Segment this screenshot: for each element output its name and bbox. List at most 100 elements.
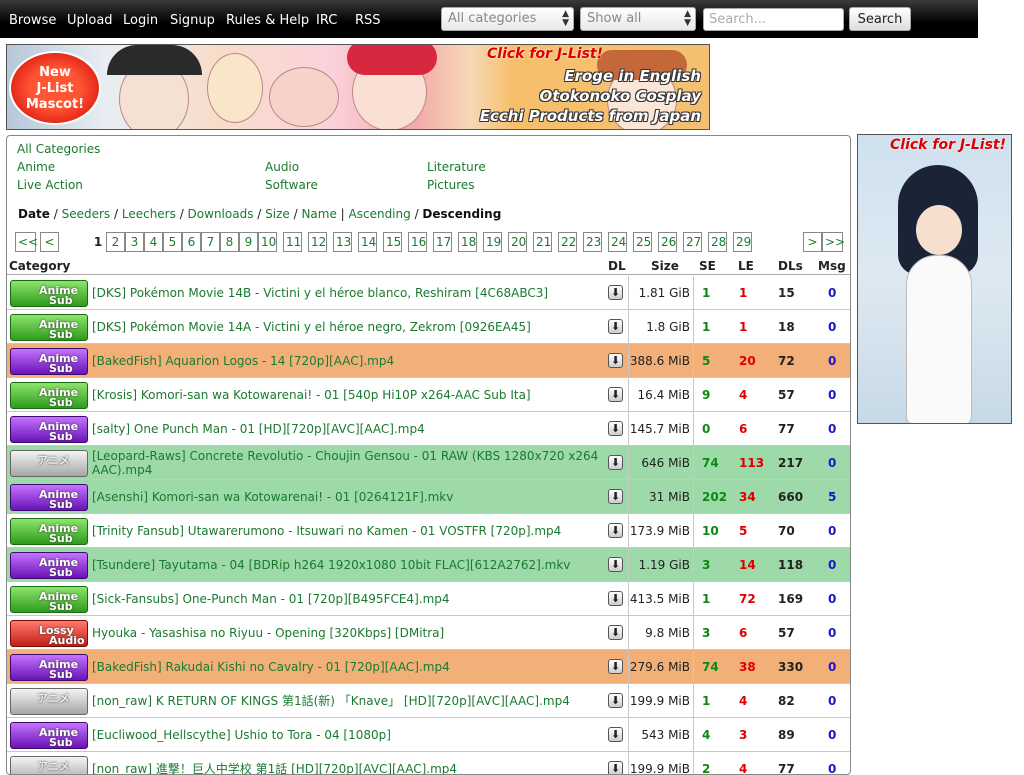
torrent-name-link[interactable]: [non_raw] K RETURN OF KINGS 第1話(新) 「Knav… xyxy=(92,684,607,718)
category-badge-icon[interactable]: Anime Sub xyxy=(10,586,88,613)
torrent-name-link[interactable]: [DKS] Pokémon Movie 14B - Victini y el h… xyxy=(92,276,607,310)
nav-irc[interactable]: IRC xyxy=(316,13,337,28)
jlist-side-ad[interactable]: Click for J-List! xyxy=(857,134,1012,424)
page-link[interactable]: 16 xyxy=(408,232,427,252)
category-pictures[interactable]: Pictures xyxy=(427,178,475,192)
category-select[interactable]: All categories ▲ ▼ xyxy=(441,7,574,31)
download-icon[interactable]: ⬇ xyxy=(608,353,623,368)
col-dls[interactable]: DLs xyxy=(778,259,803,273)
comments-count[interactable]: 0 xyxy=(828,344,836,378)
category-badge-icon[interactable]: Anime Sub xyxy=(10,416,88,443)
download-icon[interactable]: ⬇ xyxy=(608,421,623,436)
torrent-name-link[interactable]: [Leopard-Raws] Concrete Revolutio - Chou… xyxy=(92,446,607,480)
jlist-banner-ad[interactable]: New J-List Mascot! Click for J-List! Ero… xyxy=(6,44,710,130)
col-size[interactable]: Size xyxy=(651,259,679,273)
page-link[interactable]: 10 xyxy=(258,232,277,252)
category-badge-icon[interactable]: Anime Sub xyxy=(10,484,88,511)
page-link[interactable]: 13 xyxy=(333,232,352,252)
comments-count[interactable]: 0 xyxy=(828,276,836,310)
sort-size[interactable]: Size xyxy=(265,207,290,221)
torrent-name-link[interactable]: [Tsundere] Tayutama - 04 [BDRip h264 192… xyxy=(92,548,607,582)
page-link[interactable]: 14 xyxy=(358,232,377,252)
page-link[interactable]: 15 xyxy=(383,232,402,252)
page-link[interactable]: 17 xyxy=(433,232,452,252)
sort-downloads[interactable]: Downloads xyxy=(188,207,254,221)
torrent-name-link[interactable]: [DKS] Pokémon Movie 14A - Victini y el h… xyxy=(92,310,607,344)
nav-login[interactable]: Login xyxy=(123,13,158,28)
category-badge-icon[interactable]: Anime Sub xyxy=(10,314,88,341)
torrent-name-link[interactable]: [BakedFish] Aquarion Logos - 14 [720p][A… xyxy=(92,344,607,378)
download-icon[interactable]: ⬇ xyxy=(608,625,623,640)
torrent-name-link[interactable]: [Eucliwood_Hellscythe] Ushio to Tora - 0… xyxy=(92,718,607,752)
category-literature[interactable]: Literature xyxy=(427,160,486,174)
page-link[interactable]: 20 xyxy=(508,232,527,252)
page-link[interactable]: 7 xyxy=(201,232,220,252)
prev-page-button[interactable]: < xyxy=(40,232,59,252)
nav-rules-help[interactable]: Rules & Help xyxy=(226,13,309,28)
search-input[interactable] xyxy=(703,8,844,31)
download-icon[interactable]: ⬇ xyxy=(608,693,623,708)
sort-descending[interactable]: Descending xyxy=(422,207,501,221)
download-icon[interactable]: ⬇ xyxy=(608,591,623,606)
col-le[interactable]: LE xyxy=(738,259,754,273)
comments-count[interactable]: 0 xyxy=(828,548,836,582)
sort-leechers[interactable]: Leechers xyxy=(122,207,176,221)
torrent-name-link[interactable]: Hyouka - Yasashisa no Riyuu - Opening [3… xyxy=(92,616,607,650)
download-icon[interactable]: ⬇ xyxy=(608,285,623,300)
category-badge-icon[interactable]: Anime Sub xyxy=(10,722,88,749)
download-icon[interactable]: ⬇ xyxy=(608,455,623,470)
download-icon[interactable]: ⬇ xyxy=(608,727,623,742)
page-link[interactable]: 4 xyxy=(144,232,163,252)
page-link[interactable]: 21 xyxy=(533,232,552,252)
comments-count[interactable]: 0 xyxy=(828,752,836,774)
torrent-name-link[interactable]: [non_raw] 進撃！巨人中学校 第1話 [HD][720p][AVC][A… xyxy=(92,752,607,774)
next-page-button[interactable]: > xyxy=(803,232,822,252)
torrent-name-link[interactable]: [BakedFish] Rakudai Kishi no Cavalry - 0… xyxy=(92,650,607,684)
category-badge-icon[interactable]: Anime Sub xyxy=(10,280,88,307)
sort-seeders[interactable]: Seeders xyxy=(62,207,111,221)
nav-rss[interactable]: RSS xyxy=(355,13,381,28)
category-badge-icon[interactable]: アニメ xyxy=(10,688,88,715)
category-badge-icon[interactable]: アニメ xyxy=(10,450,88,477)
page-link[interactable]: 28 xyxy=(708,232,727,252)
search-button[interactable]: Search xyxy=(849,7,911,31)
category-badge-icon[interactable]: アニメ xyxy=(10,756,88,774)
download-icon[interactable]: ⬇ xyxy=(608,761,623,774)
page-link[interactable]: 24 xyxy=(608,232,627,252)
torrent-name-link[interactable]: [Sick-Fansubs] One-Punch Man - 01 [720p]… xyxy=(92,582,607,616)
category-badge-icon[interactable]: Anime Sub xyxy=(10,348,88,375)
download-icon[interactable]: ⬇ xyxy=(608,659,623,674)
category-badge-icon[interactable]: Anime Sub xyxy=(10,382,88,409)
page-link[interactable]: 6 xyxy=(182,232,201,252)
comments-count[interactable]: 0 xyxy=(828,650,836,684)
nav-upload[interactable]: Upload xyxy=(67,13,113,28)
filter-select[interactable]: Show all ▲ ▼ xyxy=(580,7,696,31)
page-link[interactable]: 11 xyxy=(283,232,302,252)
torrent-name-link[interactable]: [Krosis] Komori-san wa Kotowarenai! - 01… xyxy=(92,378,607,412)
nav-browse[interactable]: Browse xyxy=(9,13,56,28)
col-category[interactable]: Category xyxy=(9,259,70,273)
page-link[interactable]: 5 xyxy=(163,232,182,252)
sort-date[interactable]: Date xyxy=(18,207,50,221)
page-link[interactable]: 8 xyxy=(220,232,239,252)
page-link[interactable]: 12 xyxy=(308,232,327,252)
page-link[interactable]: 3 xyxy=(125,232,144,252)
category-audio[interactable]: Audio xyxy=(265,160,299,174)
page-link[interactable]: 25 xyxy=(633,232,652,252)
page-link[interactable]: 29 xyxy=(733,232,752,252)
page-link[interactable]: 19 xyxy=(483,232,502,252)
first-page-button[interactable]: << xyxy=(15,232,38,252)
comments-count[interactable]: 0 xyxy=(828,446,836,480)
torrent-name-link[interactable]: [Trinity Fansub] Utawarerumono - Itsuwar… xyxy=(92,514,607,548)
nav-signup[interactable]: Signup xyxy=(170,13,215,28)
torrent-name-link[interactable]: [Asenshi] Komori-san wa Kotowarenai! - 0… xyxy=(92,480,607,514)
category-badge-icon[interactable]: Anime Sub xyxy=(10,552,88,579)
last-page-button[interactable]: >> xyxy=(822,232,845,252)
comments-count[interactable]: 0 xyxy=(828,582,836,616)
category-badge-icon[interactable]: Lossy Audio xyxy=(10,620,88,647)
category-all[interactable]: All Categories xyxy=(17,142,100,156)
comments-count[interactable]: 0 xyxy=(828,378,836,412)
page-link[interactable]: 9 xyxy=(239,232,258,252)
page-link[interactable]: 23 xyxy=(583,232,602,252)
comments-count[interactable]: 0 xyxy=(828,684,836,718)
